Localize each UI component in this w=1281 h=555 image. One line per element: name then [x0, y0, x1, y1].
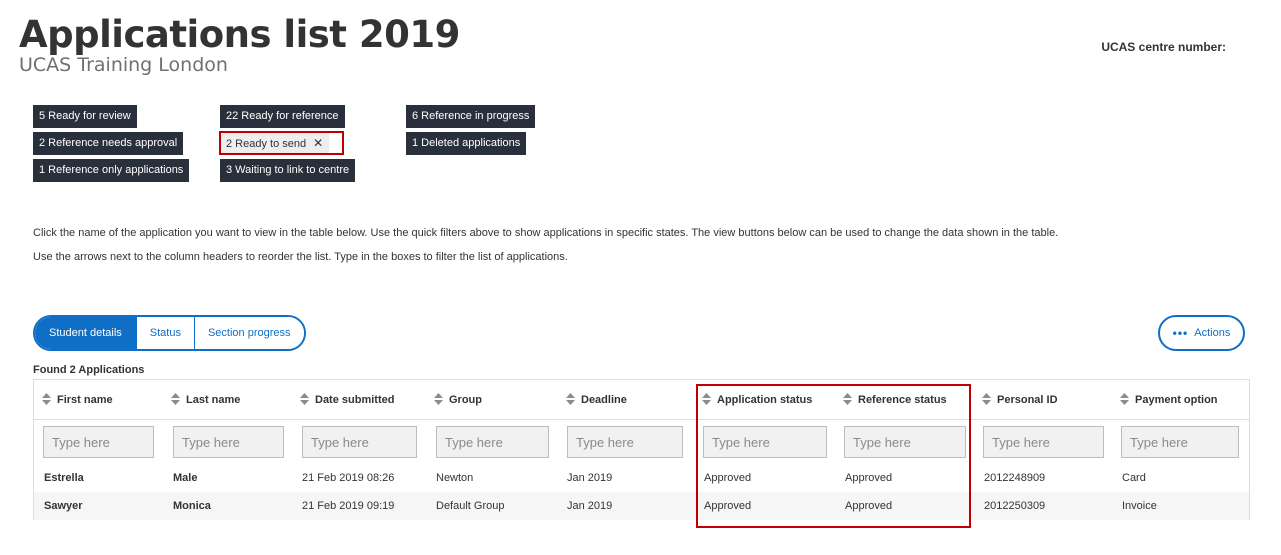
- remove-filter-icon[interactable]: ✕: [313, 136, 323, 150]
- sort-icon[interactable]: [171, 393, 180, 405]
- column-header-last-name[interactable]: Last name: [171, 393, 240, 406]
- filter-input-payment-option[interactable]: [1121, 426, 1239, 458]
- personal-id-cell: 2012248909: [984, 472, 1046, 484]
- column-header-group[interactable]: Group: [434, 393, 482, 406]
- filter-label: 2 Reference needs approval: [39, 137, 178, 149]
- deadline-cell: Jan 2019: [567, 500, 613, 512]
- instructions-text: Click the name of the application you wa…: [33, 227, 1059, 239]
- column-header-reference-status[interactable]: Reference status: [843, 393, 947, 406]
- centre-number-label: UCAS centre number:: [1101, 40, 1226, 54]
- table-row: Sawyer Monica 21 Feb 2019 09:19 Default …: [34, 492, 1249, 520]
- filter-reference-only-applications[interactable]: 1 Reference only applications: [33, 159, 190, 182]
- filter-ready-for-review[interactable]: 5 Ready for review: [33, 105, 137, 128]
- filter-label: 1 Reference only applications: [39, 164, 184, 176]
- filter-label: 6 Reference in progress: [412, 110, 530, 122]
- filter-ready-for-reference[interactable]: 22 Ready for reference: [220, 105, 345, 128]
- filter-ready-to-send[interactable]: 2 Ready to send ✕: [220, 132, 330, 155]
- sort-icon[interactable]: [434, 393, 443, 405]
- column-header-personal-id[interactable]: Personal ID: [982, 393, 1058, 406]
- table-header: First name Last name Date submitted Grou…: [34, 380, 1249, 420]
- tab-status[interactable]: Status: [135, 317, 194, 349]
- more-horizontal-icon: •••: [1172, 326, 1189, 340]
- filter-label: 2 Ready to send: [226, 138, 307, 150]
- last-name-link[interactable]: Male: [173, 472, 197, 484]
- first-name-link[interactable]: Estrella: [44, 472, 84, 484]
- view-toggle: Student details Status Section progress: [33, 315, 306, 351]
- column-header-deadline[interactable]: Deadline: [566, 393, 627, 406]
- filter-reference-needs-approval[interactable]: 2 Reference needs approval: [33, 132, 184, 155]
- date-submitted-cell: 21 Feb 2019 08:26: [302, 472, 395, 484]
- filter-input-last-name[interactable]: [173, 426, 284, 458]
- filter-label: 22 Ready for reference: [226, 110, 339, 122]
- payment-option-cell: Invoice: [1122, 500, 1157, 512]
- column-header-payment-option[interactable]: Payment option: [1120, 393, 1218, 406]
- column-header-date-submitted[interactable]: Date submitted: [300, 393, 394, 406]
- found-count: Found 2 Applications: [33, 364, 145, 376]
- group-cell: Newton: [436, 472, 474, 484]
- deadline-cell: Jan 2019: [567, 472, 613, 484]
- actions-button[interactable]: ••• Actions: [1158, 315, 1245, 351]
- tab-student-details[interactable]: Student details: [35, 317, 136, 349]
- filter-input-application-status[interactable]: [703, 426, 827, 458]
- sort-icon[interactable]: [42, 393, 51, 405]
- filter-label: 3 Waiting to link to centre: [226, 164, 350, 176]
- group-cell: Default Group: [436, 500, 505, 512]
- reference-status-cell: Approved: [845, 472, 893, 484]
- reference-status-cell: Approved: [845, 500, 893, 512]
- filter-deleted-applications[interactable]: 1 Deleted applications: [406, 132, 527, 155]
- actions-label: Actions: [1194, 327, 1231, 339]
- sort-icon[interactable]: [982, 393, 991, 405]
- filter-input-group[interactable]: [436, 426, 549, 458]
- filter-waiting-to-link-to-centre[interactable]: 3 Waiting to link to centre: [220, 159, 356, 182]
- payment-option-cell: Card: [1122, 472, 1146, 484]
- personal-id-cell: 2012250309: [984, 500, 1046, 512]
- page-title: Applications list 2019: [19, 13, 460, 56]
- filter-label: 5 Ready for review: [39, 110, 131, 122]
- filter-input-personal-id[interactable]: [983, 426, 1104, 458]
- sort-icon[interactable]: [566, 393, 575, 405]
- applications-table: First name Last name Date submitted Grou…: [33, 379, 1250, 520]
- filter-reference-in-progress[interactable]: 6 Reference in progress: [406, 105, 536, 128]
- column-header-first-name[interactable]: First name: [42, 393, 113, 406]
- filter-label: 1 Deleted applications: [412, 137, 521, 149]
- table-row: Estrella Male 21 Feb 2019 08:26 Newton J…: [34, 464, 1249, 492]
- column-header-application-status[interactable]: Application status: [702, 393, 812, 406]
- last-name-link[interactable]: Monica: [173, 500, 211, 512]
- filter-input-date-submitted[interactable]: [302, 426, 417, 458]
- tab-section-progress[interactable]: Section progress: [193, 317, 304, 349]
- sort-icon[interactable]: [843, 393, 852, 405]
- filter-input-reference-status[interactable]: [844, 426, 966, 458]
- filter-input-first-name[interactable]: [43, 426, 154, 458]
- first-name-link[interactable]: Sawyer: [44, 500, 83, 512]
- application-status-cell: Approved: [704, 500, 752, 512]
- filter-input-deadline[interactable]: [567, 426, 683, 458]
- sort-icon[interactable]: [1120, 393, 1129, 405]
- date-submitted-cell: 21 Feb 2019 09:19: [302, 500, 395, 512]
- application-status-cell: Approved: [704, 472, 752, 484]
- instructions-text: Use the arrows next to the column header…: [33, 251, 568, 263]
- sort-icon[interactable]: [300, 393, 309, 405]
- sort-icon[interactable]: [702, 393, 711, 405]
- page-subtitle: UCAS Training London: [19, 54, 228, 76]
